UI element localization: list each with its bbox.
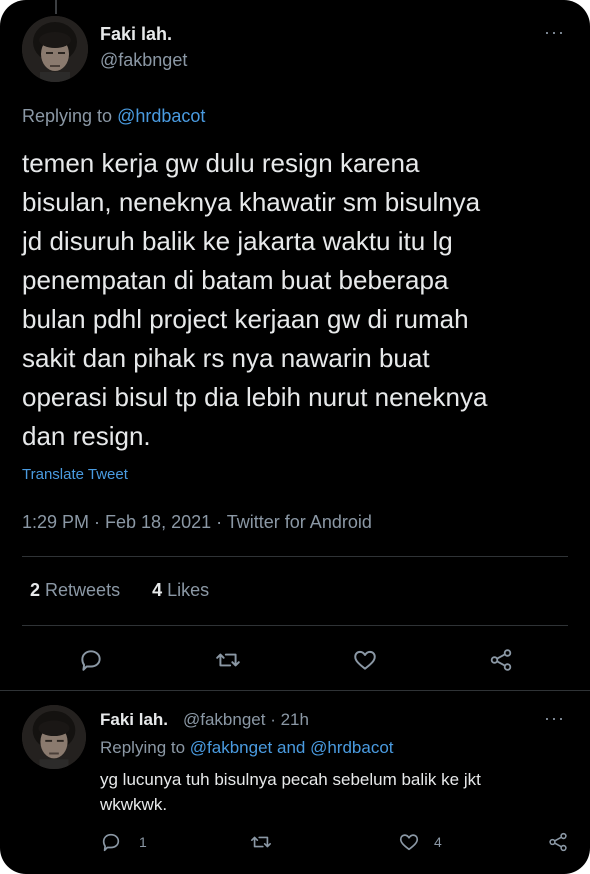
tweet-timestamp[interactable]: 1:29 PM · Feb 18, 2021 · Twitter for And… [22, 512, 372, 533]
reply-like-button[interactable] [398, 831, 420, 853]
reply-button[interactable] [78, 647, 104, 673]
heart-icon [399, 834, 419, 851]
replying-to-links[interactable]: @fakbnget and @hrdbacot [190, 738, 394, 757]
reply-replying-to: Replying to @fakbnget and @hrdbacot [100, 738, 394, 758]
retweets-stat[interactable]: 2 Retweets [30, 580, 120, 600]
likes-stat[interactable]: 4 Likes [152, 580, 209, 600]
tweet-line: jd disuruh balik ke jakarta waktu itu lg [22, 226, 453, 256]
reply-count: 1 [139, 834, 147, 850]
tweet-line: penempatan di batam buat beberapa [22, 265, 449, 295]
tweet-screenshot: Faki lah. @fakbnget ··· Replying to @hrd… [0, 0, 590, 874]
engagement-stats: 2 Retweets 4 Likes [30, 580, 209, 601]
retweet-button[interactable] [214, 647, 242, 673]
divider [22, 625, 568, 626]
replying-prefix: Replying to [22, 106, 113, 126]
translate-tweet-link[interactable]: Translate Tweet [22, 466, 128, 483]
tweet-line: sakit dan pihak rs nya nawarin buat [22, 343, 430, 373]
tweet-separator [0, 690, 590, 691]
avatar-photo-icon [22, 705, 86, 769]
reply-icon [81, 650, 101, 671]
like-button[interactable] [352, 647, 378, 673]
more-dots-icon[interactable]: ··· [544, 708, 565, 729]
reply-time[interactable]: · 21h [270, 710, 309, 729]
tweet-body: temen kerja gw dulu resign karena bisula… [22, 144, 487, 456]
likes-label: Likes [167, 580, 210, 600]
author-handle[interactable]: @fakbnget [100, 50, 187, 71]
replying-to-link[interactable]: @hrdbacot [117, 106, 205, 126]
tweet-line: bulan pdhl project kerjaan gw di rumah [22, 304, 469, 334]
heart-icon [354, 650, 376, 670]
tweet-line: operasi bisul tp dia lebih nurut nenekny… [22, 382, 488, 412]
author-name[interactable]: Faki lah. [100, 24, 172, 45]
reply-body: yg lucunya tuh bisulnya pecah sebelum ba… [100, 767, 481, 817]
divider [22, 556, 568, 557]
retweets-count: 2 [30, 580, 41, 600]
thread-connector-line [55, 0, 57, 14]
reply-author-handle: @fakbnget · 21h [183, 710, 309, 730]
tweet-line: temen kerja gw dulu resign karena [22, 148, 420, 178]
tweet-line: dan resign. [22, 421, 151, 451]
likes-count: 4 [152, 580, 163, 600]
reply-share-button[interactable] [547, 831, 569, 853]
retweet-icon [251, 836, 271, 848]
reply-reply-button[interactable] [100, 831, 122, 853]
share-button[interactable] [488, 647, 514, 673]
replying-to: Replying to @hrdbacot [22, 106, 205, 127]
more-dots-icon[interactable]: ··· [544, 22, 565, 43]
like-count: 4 [434, 834, 442, 850]
share-icon [490, 649, 512, 671]
avatar[interactable] [22, 16, 88, 82]
avatar-photo-icon [22, 16, 88, 82]
reply-line: yg lucunya tuh bisulnya pecah sebelum ba… [100, 770, 481, 789]
retweet-icon [216, 653, 240, 667]
tweet-line: bisulan, neneknya khawatir sm bisulnya [22, 187, 481, 217]
replying-prefix: Replying to [100, 738, 186, 757]
retweets-label: Retweets [45, 580, 121, 600]
reply-line: wkwkwk. [100, 795, 168, 814]
share-icon [549, 832, 567, 852]
reply-avatar[interactable] [22, 705, 86, 769]
reply-retweet-button[interactable] [249, 831, 273, 853]
reply-author-name[interactable]: Faki lah. [100, 710, 168, 730]
reply-icon [102, 833, 120, 852]
reply-handle[interactable]: @fakbnget [183, 710, 265, 729]
